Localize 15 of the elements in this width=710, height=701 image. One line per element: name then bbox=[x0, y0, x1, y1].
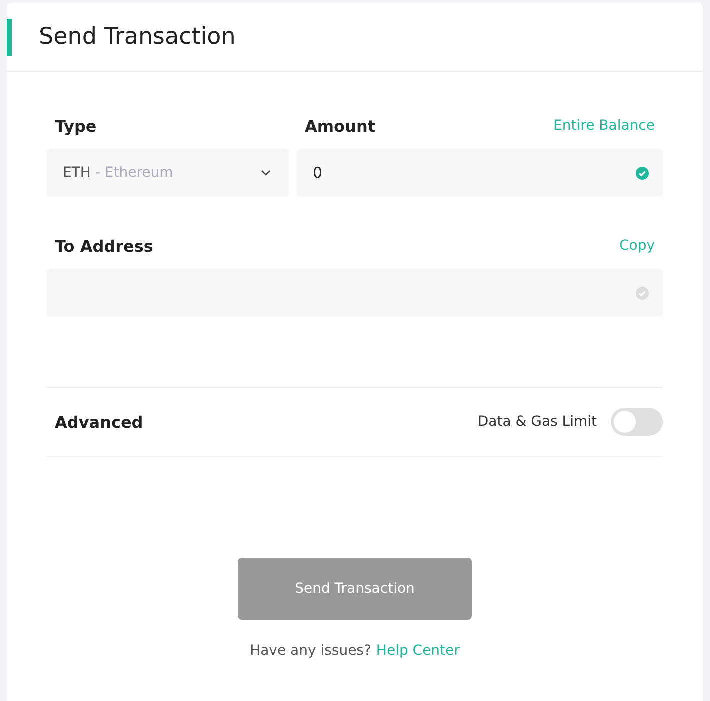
page-title: Send Transaction bbox=[39, 24, 236, 50]
entire-balance-link[interactable]: Entire Balance bbox=[554, 118, 655, 134]
address-field[interactable] bbox=[47, 269, 663, 317]
caret-icon bbox=[261, 170, 271, 176]
toggle-switch[interactable] bbox=[611, 408, 663, 436]
advanced-label: Advanced bbox=[55, 412, 144, 432]
toggle-label: Data & Gas Limit bbox=[478, 414, 597, 430]
field-label: Type bbox=[55, 116, 97, 136]
field-label: To Address bbox=[55, 236, 154, 256]
help-text: Have any issues? bbox=[250, 643, 372, 659]
type-dropdown[interactable]: ETH - Ethereum bbox=[47, 149, 289, 197]
field-label: Amount bbox=[305, 116, 376, 136]
help-center-link[interactable]: Help Center bbox=[376, 643, 460, 659]
copy-link[interactable]: Copy bbox=[619, 238, 655, 254]
amount-field[interactable]: 0 bbox=[297, 149, 663, 197]
